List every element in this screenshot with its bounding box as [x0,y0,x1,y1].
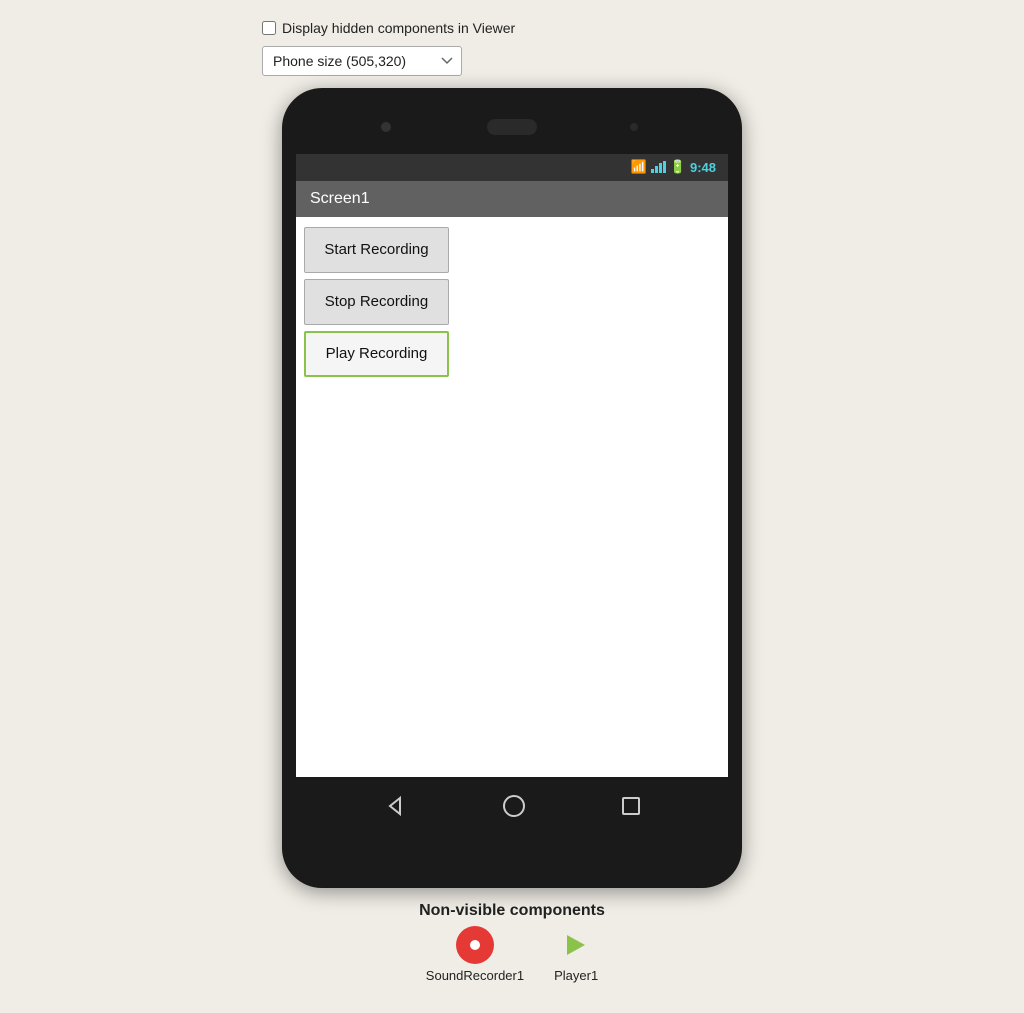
player-component: Player1 [554,926,598,983]
phone-frame: 📶 🔋 9:48 Scre [282,88,742,888]
recent-nav-button[interactable] [622,797,640,815]
signal-bars-icon [651,161,666,173]
back-nav-button[interactable] [384,795,406,817]
play-recording-button[interactable]: Play Recording [304,331,449,377]
player-label: Player1 [554,968,598,983]
status-bar: 📶 🔋 9:48 [296,154,728,181]
size-select-wrapper: Phone size (505,320)Tablet size (1024,76… [262,46,762,76]
start-recording-button[interactable]: Start Recording [304,227,449,273]
phone-screen: 📶 🔋 9:48 Scre [296,154,728,777]
phone-top-bar [296,102,728,152]
status-time: 9:48 [690,160,716,175]
status-icons: 📶 🔋 9:48 [631,159,716,175]
phone-bottom-bar [296,777,728,836]
stop-recording-button[interactable]: Stop Recording [304,279,449,325]
app-title: Screen1 [310,190,370,208]
non-visible-components: SoundRecorder1 Player1 [426,926,598,983]
non-visible-title: Non-visible components [419,902,605,920]
home-nav-button[interactable] [503,795,525,817]
phone-camera [381,122,391,132]
wifi-icon: 📶 [631,159,647,175]
checkbox-row: Display hidden components in Viewer [262,20,762,36]
phone-wrapper: 📶 🔋 9:48 Scre [282,88,742,983]
size-select[interactable]: Phone size (505,320)Tablet size (1024,76… [262,46,462,76]
app-title-bar: Screen1 [296,181,728,217]
hidden-components-checkbox[interactable] [262,21,276,35]
phone-front-camera [630,123,638,131]
non-visible-section: Non-visible components SoundRecorder1 Pl… [419,902,605,983]
player-icon [557,926,595,964]
checkbox-label[interactable]: Display hidden components in Viewer [282,20,515,36]
sound-recorder-component: SoundRecorder1 [426,926,524,983]
phone-screen-area: 📶 🔋 9:48 Scre [296,154,728,836]
top-controls: Display hidden components in Viewer Phon… [262,10,762,88]
phone-speaker [487,119,537,135]
sound-recorder-label: SoundRecorder1 [426,968,524,983]
sound-recorder-icon [456,926,494,964]
screen-content: Start Recording Stop Recording Play Reco… [296,217,728,777]
battery-icon: 🔋 [670,159,686,175]
play-triangle-icon [567,935,585,955]
